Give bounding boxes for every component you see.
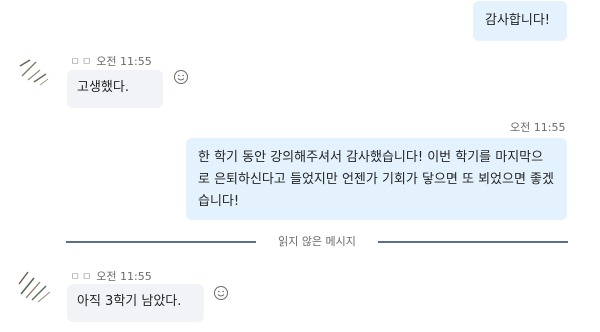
incoming-message-bubble[interactable]: 아직 3학기 남았다.: [67, 284, 204, 322]
divider-line: [66, 241, 256, 243]
incoming-message-bubble[interactable]: 고생했다.: [67, 70, 163, 108]
avatar-image: [16, 266, 56, 306]
message-text: 감사합니다!: [485, 13, 551, 28]
message-time: 오전 11:55: [96, 55, 152, 68]
divider-label: 읽지 않은 메시지: [278, 235, 356, 248]
sender-name: ㅁ ㅁ: [70, 55, 92, 68]
message-meta: ㅁ ㅁ 오전 11:55: [70, 53, 152, 69]
sender-avatar[interactable]: [16, 266, 56, 306]
message-meta: ㅁ ㅁ 오전 11:55: [70, 268, 152, 284]
smile-icon[interactable]: [213, 285, 229, 301]
outgoing-message-bubble[interactable]: 한 학기 동안 강의해주셔서 감사했습니다! 이번 학기를 마지막으로 은퇴하신…: [186, 138, 567, 220]
smile-icon[interactable]: [173, 69, 189, 85]
message-text: 고생했다.: [77, 80, 129, 95]
sender-name: ㅁ ㅁ: [70, 270, 92, 283]
unread-messages-divider: 읽지 않은 메시지: [66, 235, 568, 249]
message-time: 오전 11:55: [96, 270, 152, 283]
message-text: 한 학기 동안 강의해주셔서 감사했습니다! 이번 학기를 마지막으로 은퇴하신…: [198, 150, 554, 209]
sender-avatar[interactable]: [16, 52, 56, 92]
message-time: 오전 11:55: [510, 121, 566, 134]
divider-line: [378, 241, 568, 243]
message-text: 아직 3학기 남았다.: [77, 294, 182, 309]
outgoing-message-bubble[interactable]: 감사합니다!: [473, 1, 567, 41]
avatar-image: [16, 52, 56, 92]
